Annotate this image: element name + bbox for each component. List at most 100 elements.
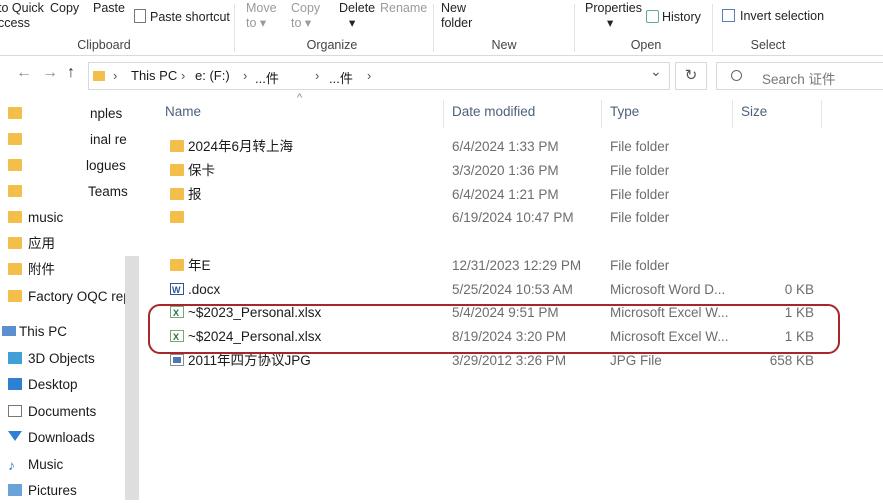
ribbon: to Quick ccess Copy Paste Paste shortcut… — [0, 0, 883, 56]
breadcrumb-separator: › — [243, 68, 248, 83]
pin-to-quick-access-button[interactable]: to Quick ccess — [0, 1, 44, 31]
navigation-pane-scrollbar[interactable] — [125, 256, 139, 500]
folder-icon — [8, 159, 22, 171]
pictures-icon — [8, 484, 22, 496]
file-row[interactable]: 2024年6月转上海 6/4/2024 1:33 PM File folder — [158, 135, 838, 158]
column-header-name[interactable]: Name — [165, 104, 201, 119]
breadcrumb-this-pc[interactable]: This PC — [131, 68, 177, 83]
file-date: 6/4/2024 1:21 PM — [452, 187, 559, 202]
file-name: .docx — [188, 282, 221, 297]
folder-icon — [8, 133, 22, 145]
ribbon-divider — [433, 4, 434, 52]
column-header-date-modified[interactable]: Date modified — [452, 104, 535, 119]
file-name: 报 — [188, 187, 202, 202]
file-row[interactable]: 报 6/4/2024 1:21 PM File folder — [158, 183, 838, 206]
search-box[interactable]: Search 证件 — [716, 62, 883, 90]
column-divider[interactable] — [443, 100, 444, 128]
file-date: 3/3/2020 1:36 PM — [452, 163, 559, 178]
folder-icon — [170, 164, 184, 176]
chevron-down-icon: ▾ — [259, 16, 267, 30]
column-divider[interactable] — [732, 100, 733, 128]
invert-selection-button[interactable]: Invert selection — [722, 9, 824, 24]
search-placeholder: Search 证件 — [762, 72, 836, 87]
chevron-down-icon: ▾ — [349, 16, 356, 30]
copy-to-button[interactable]: Copy to ▾ — [291, 1, 320, 31]
properties-button[interactable]: Properties ▾ — [585, 1, 642, 31]
column-divider[interactable] — [601, 100, 602, 128]
paste-button[interactable]: Paste — [93, 1, 125, 16]
group-label-select: Select — [750, 38, 786, 52]
folder-icon — [170, 188, 184, 200]
documents-icon — [8, 405, 22, 417]
delete-button[interactable]: Delete ▾ — [339, 1, 375, 31]
file-date: 12/31/2023 12:29 PM — [452, 258, 582, 273]
rename-button[interactable]: Rename — [380, 1, 427, 16]
file-type: File folder — [610, 210, 670, 225]
file-name: 2024年6月转上海 — [188, 139, 294, 154]
breadcrumb-drive[interactable]: e: (F:) — [195, 68, 230, 83]
breadcrumb-current[interactable]: ...件 — [329, 68, 353, 87]
navigation-pane: nples inal re logues Teams music 应用 附件 F… — [0, 96, 140, 500]
file-row[interactable]: 保卡 3/3/2020 1:36 PM File folder — [158, 159, 838, 182]
navigation-bar: ← → ↑ › This PC › e: (F:) › ...件 › ...件 … — [0, 56, 883, 96]
file-type: File folder — [610, 139, 670, 154]
forward-button[interactable]: → — [42, 64, 58, 82]
group-label-new: New — [491, 38, 517, 52]
breadcrumb-separator: › — [181, 68, 186, 83]
history-icon — [646, 10, 659, 23]
paste-shortcut-button[interactable]: Paste shortcut — [134, 9, 230, 25]
file-list: ^ Name Date modified Type Size 2024年6月转上… — [140, 92, 883, 500]
column-header-type[interactable]: Type — [610, 104, 639, 119]
folder-icon — [170, 259, 184, 271]
cube-icon — [8, 352, 22, 364]
file-size: 0 KB — [784, 282, 814, 297]
music-icon: ♪ — [8, 457, 15, 473]
new-folder-button[interactable]: New folder — [441, 1, 472, 31]
file-row[interactable]: 6/19/2024 10:47 PM File folder — [158, 206, 838, 229]
group-label-organize: Organize — [306, 38, 358, 52]
file-date: 5/25/2024 10:53 AM — [452, 282, 573, 297]
highlight-annotation — [148, 304, 840, 354]
folder-icon — [8, 211, 22, 223]
computer-icon — [2, 326, 16, 336]
file-type: File folder — [610, 187, 670, 202]
up-button[interactable]: ↑ — [67, 64, 75, 82]
address-dropdown-button[interactable]: ⌄ — [650, 63, 662, 80]
invert-selection-icon — [722, 9, 735, 22]
ribbon-divider — [234, 4, 235, 52]
refresh-button[interactable]: ↻ — [675, 62, 707, 90]
folder-icon — [8, 185, 22, 197]
chevron-down-icon: ▾ — [304, 16, 312, 30]
address-bar[interactable]: › This PC › e: (F:) › ...件 › ...件 › ⌄ — [88, 62, 670, 90]
folder-icon — [8, 107, 22, 119]
file-row[interactable]: .docx 5/25/2024 10:53 AM Microsoft Word … — [158, 278, 838, 302]
file-type: Microsoft Word D... — [610, 282, 726, 297]
folder-icon — [170, 211, 184, 223]
file-row[interactable]: 年E 12/31/2023 12:29 PM File folder — [158, 254, 838, 277]
word-document-icon — [170, 279, 184, 302]
file-name: 年E — [188, 258, 211, 273]
folder-icon — [170, 140, 184, 152]
file-date: 6/19/2024 10:47 PM — [452, 210, 574, 225]
desktop-icon — [8, 378, 22, 390]
group-label-open: Open — [630, 38, 662, 52]
column-header-size[interactable]: Size — [741, 104, 767, 119]
column-divider[interactable] — [821, 100, 822, 128]
breadcrumb-separator: › — [113, 68, 118, 83]
sort-ascending-indicator: ^ — [297, 92, 303, 104]
move-to-button[interactable]: Move to ▾ — [246, 1, 277, 31]
folder-icon — [8, 237, 22, 249]
copy-button[interactable]: Copy — [50, 1, 79, 16]
file-type: File folder — [610, 258, 670, 273]
chevron-down-icon: ▾ — [607, 16, 614, 30]
image-file-icon — [170, 354, 184, 366]
ribbon-divider — [712, 4, 713, 52]
folder-icon — [8, 290, 22, 302]
group-label-clipboard: Clipboard — [77, 38, 131, 52]
breadcrumb-folder[interactable]: ...件 — [255, 68, 279, 87]
folder-icon — [8, 263, 22, 275]
history-button[interactable]: History — [646, 10, 701, 25]
ribbon-divider — [574, 4, 575, 52]
back-button[interactable]: ← — [16, 64, 32, 82]
paste-shortcut-icon — [134, 9, 146, 23]
